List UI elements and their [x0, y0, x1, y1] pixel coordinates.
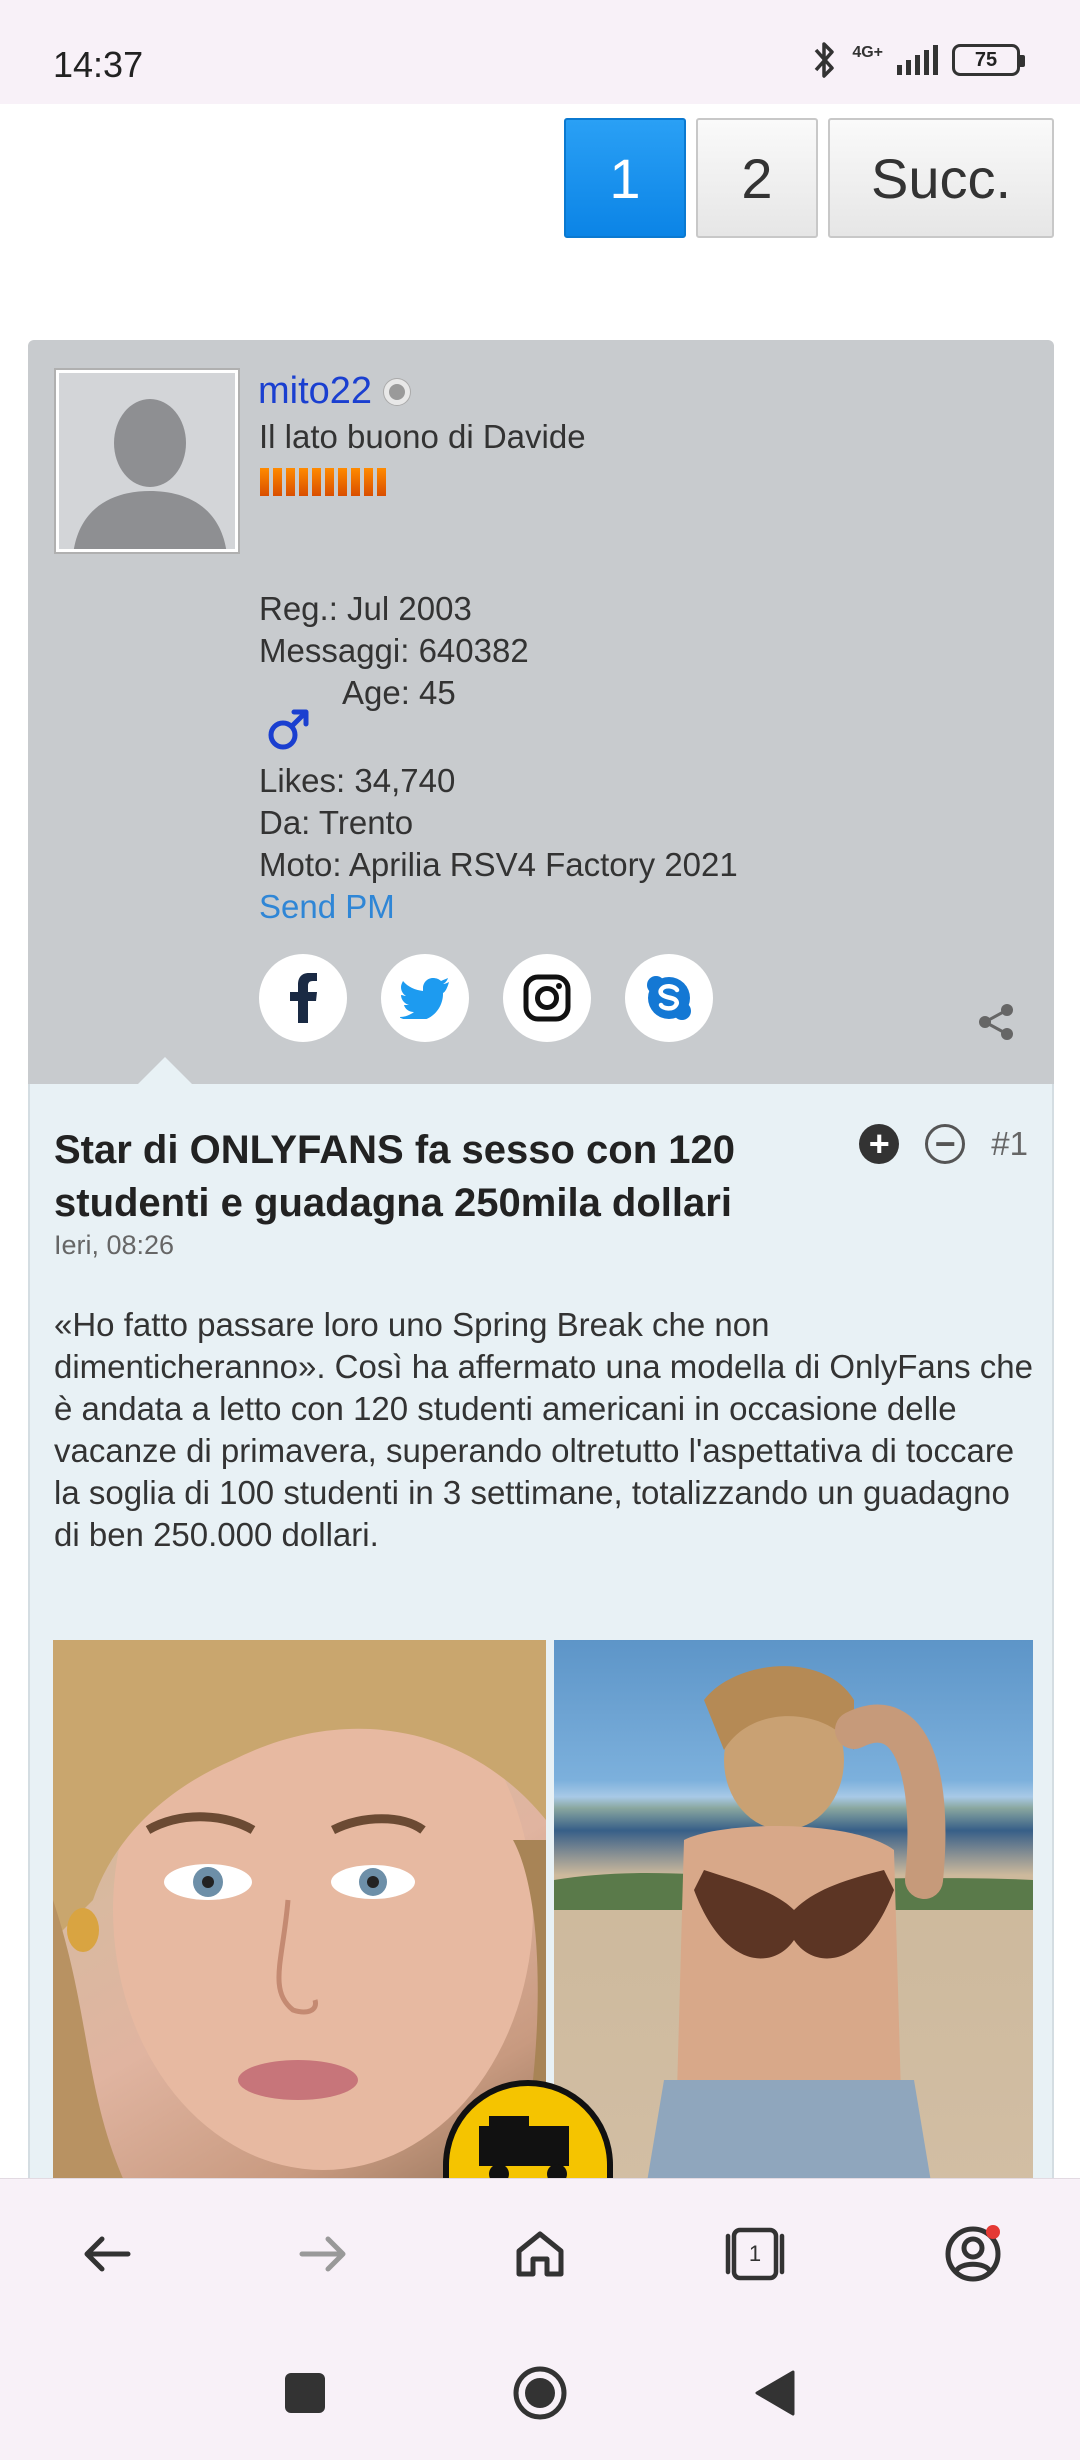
status-time: 14:37 — [53, 44, 144, 85]
expand-plus-icon[interactable]: + — [859, 1124, 900, 1164]
reputation-bar — [260, 468, 386, 496]
account-icon[interactable] — [938, 2219, 1008, 2289]
home-icon[interactable] — [505, 2219, 575, 2289]
status-icons: 4G+ 75 — [810, 40, 1025, 80]
beach-photo — [554, 1666, 1033, 2200]
forward-arrow-icon[interactable] — [288, 2219, 358, 2289]
post-actions: + − #1 — [859, 1124, 1028, 1164]
page-button-2[interactable]: 2 — [696, 118, 818, 238]
instagram-icon[interactable] — [503, 954, 591, 1042]
username[interactable]: mito22 — [258, 370, 372, 413]
post-date: Ieri, 08:26 — [54, 1230, 175, 1260]
status-bar: 14:37 4G+ 75 — [0, 0, 1080, 104]
browser-toolbar: 1 — [0, 2178, 1080, 2328]
recent-apps-icon[interactable] — [270, 2358, 340, 2428]
share-icon[interactable] — [976, 1002, 1016, 1042]
skype-icon[interactable] — [625, 954, 713, 1042]
network-label: 4G+ — [852, 44, 883, 61]
twitter-icon[interactable] — [381, 954, 469, 1042]
page-button-1[interactable]: 1 — [564, 118, 686, 238]
offline-status-icon — [384, 378, 411, 405]
message-count: Messaggi: 640382 — [259, 632, 529, 669]
male-symbol-icon — [268, 709, 309, 750]
signal-icon — [897, 45, 938, 75]
battery-level: 75 — [974, 48, 998, 71]
pagination: 1 2 Succ. — [564, 118, 1054, 238]
author-profile-card: mito22 Il lato buono di Davide Reg.: Jul… — [28, 340, 1054, 1084]
next-page-button[interactable]: Succ. — [828, 118, 1054, 238]
post-notch — [137, 1057, 193, 1085]
tabs-count: 1 — [748, 2241, 762, 2266]
send-pm-link[interactable]: Send PM — [259, 888, 395, 926]
post: Star di ONLYFANS fa sesso con 120 studen… — [28, 1084, 1054, 2200]
home-button-icon[interactable] — [505, 2358, 575, 2428]
back-button-icon[interactable] — [740, 2358, 810, 2428]
back-arrow-icon[interactable] — [72, 2219, 142, 2289]
default-avatar-icon — [59, 373, 235, 549]
post-number[interactable]: #1 — [991, 1125, 1028, 1163]
battery-icon: 75 — [952, 44, 1025, 76]
avatar[interactable] — [56, 370, 238, 552]
post-title: Star di ONLYFANS fa sesso con 120 studen… — [54, 1128, 735, 1225]
post-image-beach[interactable] — [554, 1640, 1033, 2200]
likes-count: Likes: 34,740 — [259, 762, 456, 799]
location: Da: Trento — [259, 804, 414, 841]
motorcycle: Moto: Aprilia RSV4 Factory 2021 — [259, 846, 738, 883]
facebook-icon[interactable] — [259, 954, 347, 1042]
post-body: «Ho fatto passare loro uno Spring Break … — [54, 1306, 1033, 1553]
registration-date: Reg.: Jul 2003 — [259, 590, 472, 627]
collapse-minus-icon[interactable]: − — [925, 1124, 966, 1164]
user-title: Il lato buono di Davide — [259, 418, 586, 455]
tabs-icon[interactable]: 1 — [720, 2219, 790, 2289]
system-navigation-bar — [0, 2328, 1080, 2460]
watermark-logo — [443, 2080, 613, 2190]
user-age: Age: 45 — [342, 674, 456, 711]
bluetooth-icon — [815, 42, 835, 78]
social-links — [259, 954, 713, 1042]
username-link[interactable]: mito22 — [258, 370, 411, 413]
